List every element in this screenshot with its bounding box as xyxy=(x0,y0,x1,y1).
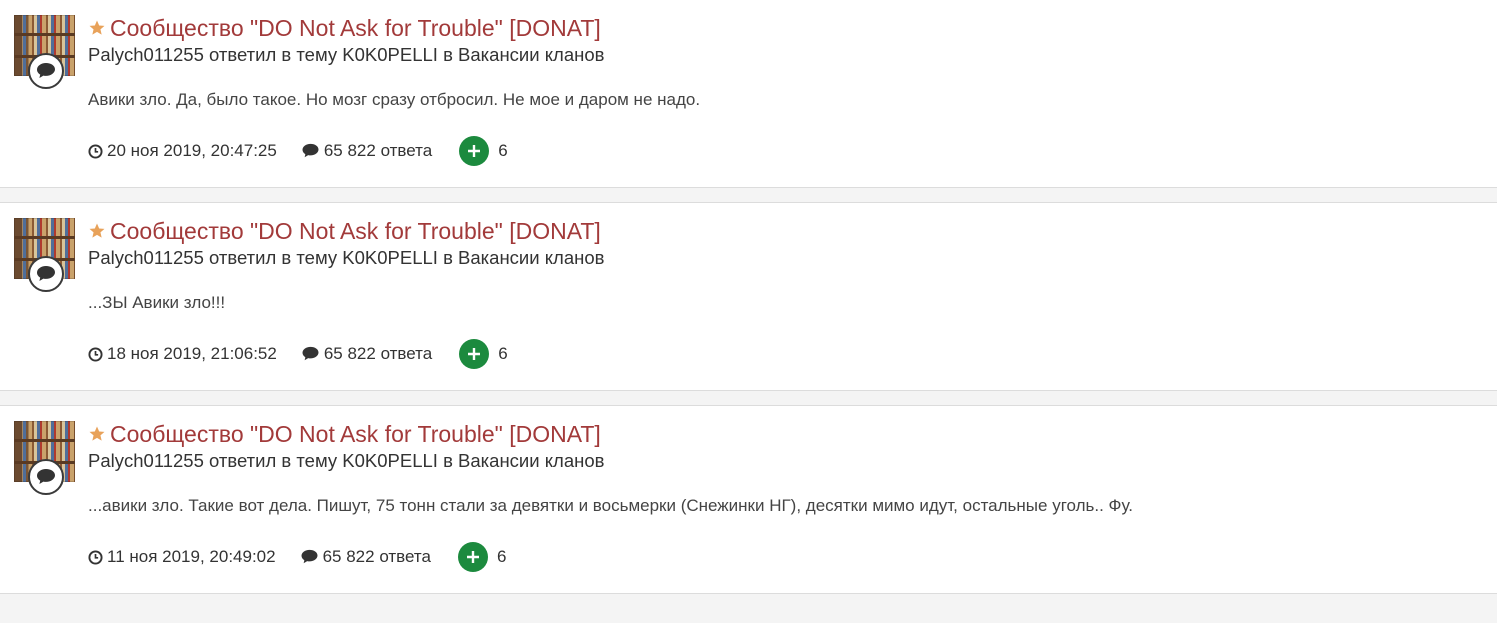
item-meta: 20 ноя 2019, 20:47:25 65 822 ответа 6 xyxy=(88,136,508,166)
comment-type-badge xyxy=(28,256,64,292)
in-text: в xyxy=(443,450,453,471)
comment-type-badge xyxy=(28,53,64,89)
post-snippet: Авики зло. Да, было такое. Но мозг сразу… xyxy=(88,90,701,109)
plus-icon xyxy=(466,551,479,563)
forum-link[interactable]: Вакансии кланов xyxy=(458,450,604,471)
topic-link[interactable]: K0K0PELLI xyxy=(342,44,438,65)
reputation-plus-button[interactable] xyxy=(459,339,490,369)
activity-item: Сообщество "DO Not Ask for Trouble" [DON… xyxy=(0,203,1497,391)
item-separator xyxy=(0,391,1497,406)
in-text: в xyxy=(443,247,453,268)
reply-count: 65 822 ответа xyxy=(301,141,432,161)
topic-link[interactable]: K0K0PELLI xyxy=(342,450,438,471)
star-icon xyxy=(88,222,106,240)
action-verb: ответил в тему xyxy=(209,247,338,268)
byline: Palych011255 ответил в тему K0K0PELLI в … xyxy=(88,449,1477,473)
forum-link[interactable]: Вакансии кланов xyxy=(458,247,604,268)
forum-link[interactable]: Вакансии кланов xyxy=(458,44,604,65)
byline: Palych011255 ответил в тему K0K0PELLI в … xyxy=(88,246,1477,270)
speech-bubble-icon xyxy=(37,266,55,281)
comment-icon xyxy=(300,549,319,565)
topic-title-link[interactable]: Сообщество "DO Not Ask for Trouble" [DON… xyxy=(110,15,601,42)
in-text: в xyxy=(443,44,453,65)
topic-title-link[interactable]: Сообщество "DO Not Ask for Trouble" [DON… xyxy=(110,421,601,448)
post-snippet: ...ЗЫ Авики зло!!! xyxy=(88,293,226,312)
clock-icon xyxy=(88,549,103,565)
date-text[interactable]: 20 ноя 2019, 20:47:25 xyxy=(107,141,277,161)
action-verb: ответил в тему xyxy=(209,44,338,65)
comment-icon xyxy=(301,143,320,159)
reputation-count: 6 xyxy=(498,141,508,160)
reputation-count: 6 xyxy=(498,344,508,363)
item-separator xyxy=(0,188,1497,203)
item-meta: 11 ноя 2019, 20:49:02 65 822 ответа 6 xyxy=(88,542,506,572)
reputation-plus-button[interactable] xyxy=(457,542,488,572)
activity-item: Сообщество "DO Not Ask for Trouble" [DON… xyxy=(0,406,1497,594)
clock-icon xyxy=(88,143,103,159)
comment-icon xyxy=(301,346,320,362)
plus-icon xyxy=(468,348,481,360)
star-icon xyxy=(88,425,106,443)
date-text[interactable]: 11 ноя 2019, 20:49:02 xyxy=(107,547,276,567)
action-verb: ответил в тему xyxy=(209,450,338,471)
post-date: 20 ноя 2019, 20:47:25 xyxy=(88,141,277,161)
post-snippet: ...авики зло. Такие вот дела. Пишут, 75 … xyxy=(88,496,1133,515)
author-link[interactable]: Palych011255 xyxy=(88,450,204,471)
topic-title-link[interactable]: Сообщество "DO Not Ask for Trouble" [DON… xyxy=(110,218,601,245)
post-date: 11 ноя 2019, 20:49:02 xyxy=(88,547,276,567)
replies-text: 65 822 ответа xyxy=(323,141,433,160)
star-icon xyxy=(88,19,106,37)
date-text[interactable]: 18 ноя 2019, 21:06:52 xyxy=(107,344,277,364)
reply-count: 65 822 ответа xyxy=(301,344,432,364)
reply-count: 65 822 ответа xyxy=(300,547,431,567)
plus-icon xyxy=(468,145,481,157)
reputation-count: 6 xyxy=(496,547,507,566)
topic-link[interactable]: K0K0PELLI xyxy=(342,247,438,268)
item-meta: 18 ноя 2019, 21:06:52 65 822 ответа 6 xyxy=(88,339,508,369)
replies-text: 65 822 ответа xyxy=(322,547,431,566)
activity-feed: Сообщество "DO Not Ask for Trouble" [DON… xyxy=(0,0,1497,594)
clock-icon xyxy=(88,346,103,362)
speech-bubble-icon xyxy=(37,469,55,484)
reputation-plus-button[interactable] xyxy=(459,136,490,166)
activity-item: Сообщество "DO Not Ask for Trouble" [DON… xyxy=(0,0,1497,188)
author-link[interactable]: Palych011255 xyxy=(88,44,204,65)
author-link[interactable]: Palych011255 xyxy=(88,247,204,268)
comment-type-badge xyxy=(28,459,64,495)
replies-text: 65 822 ответа xyxy=(323,344,433,363)
byline: Palych011255 ответил в тему K0K0PELLI в … xyxy=(88,43,1477,67)
post-date: 18 ноя 2019, 21:06:52 xyxy=(88,344,277,364)
speech-bubble-icon xyxy=(37,63,55,78)
